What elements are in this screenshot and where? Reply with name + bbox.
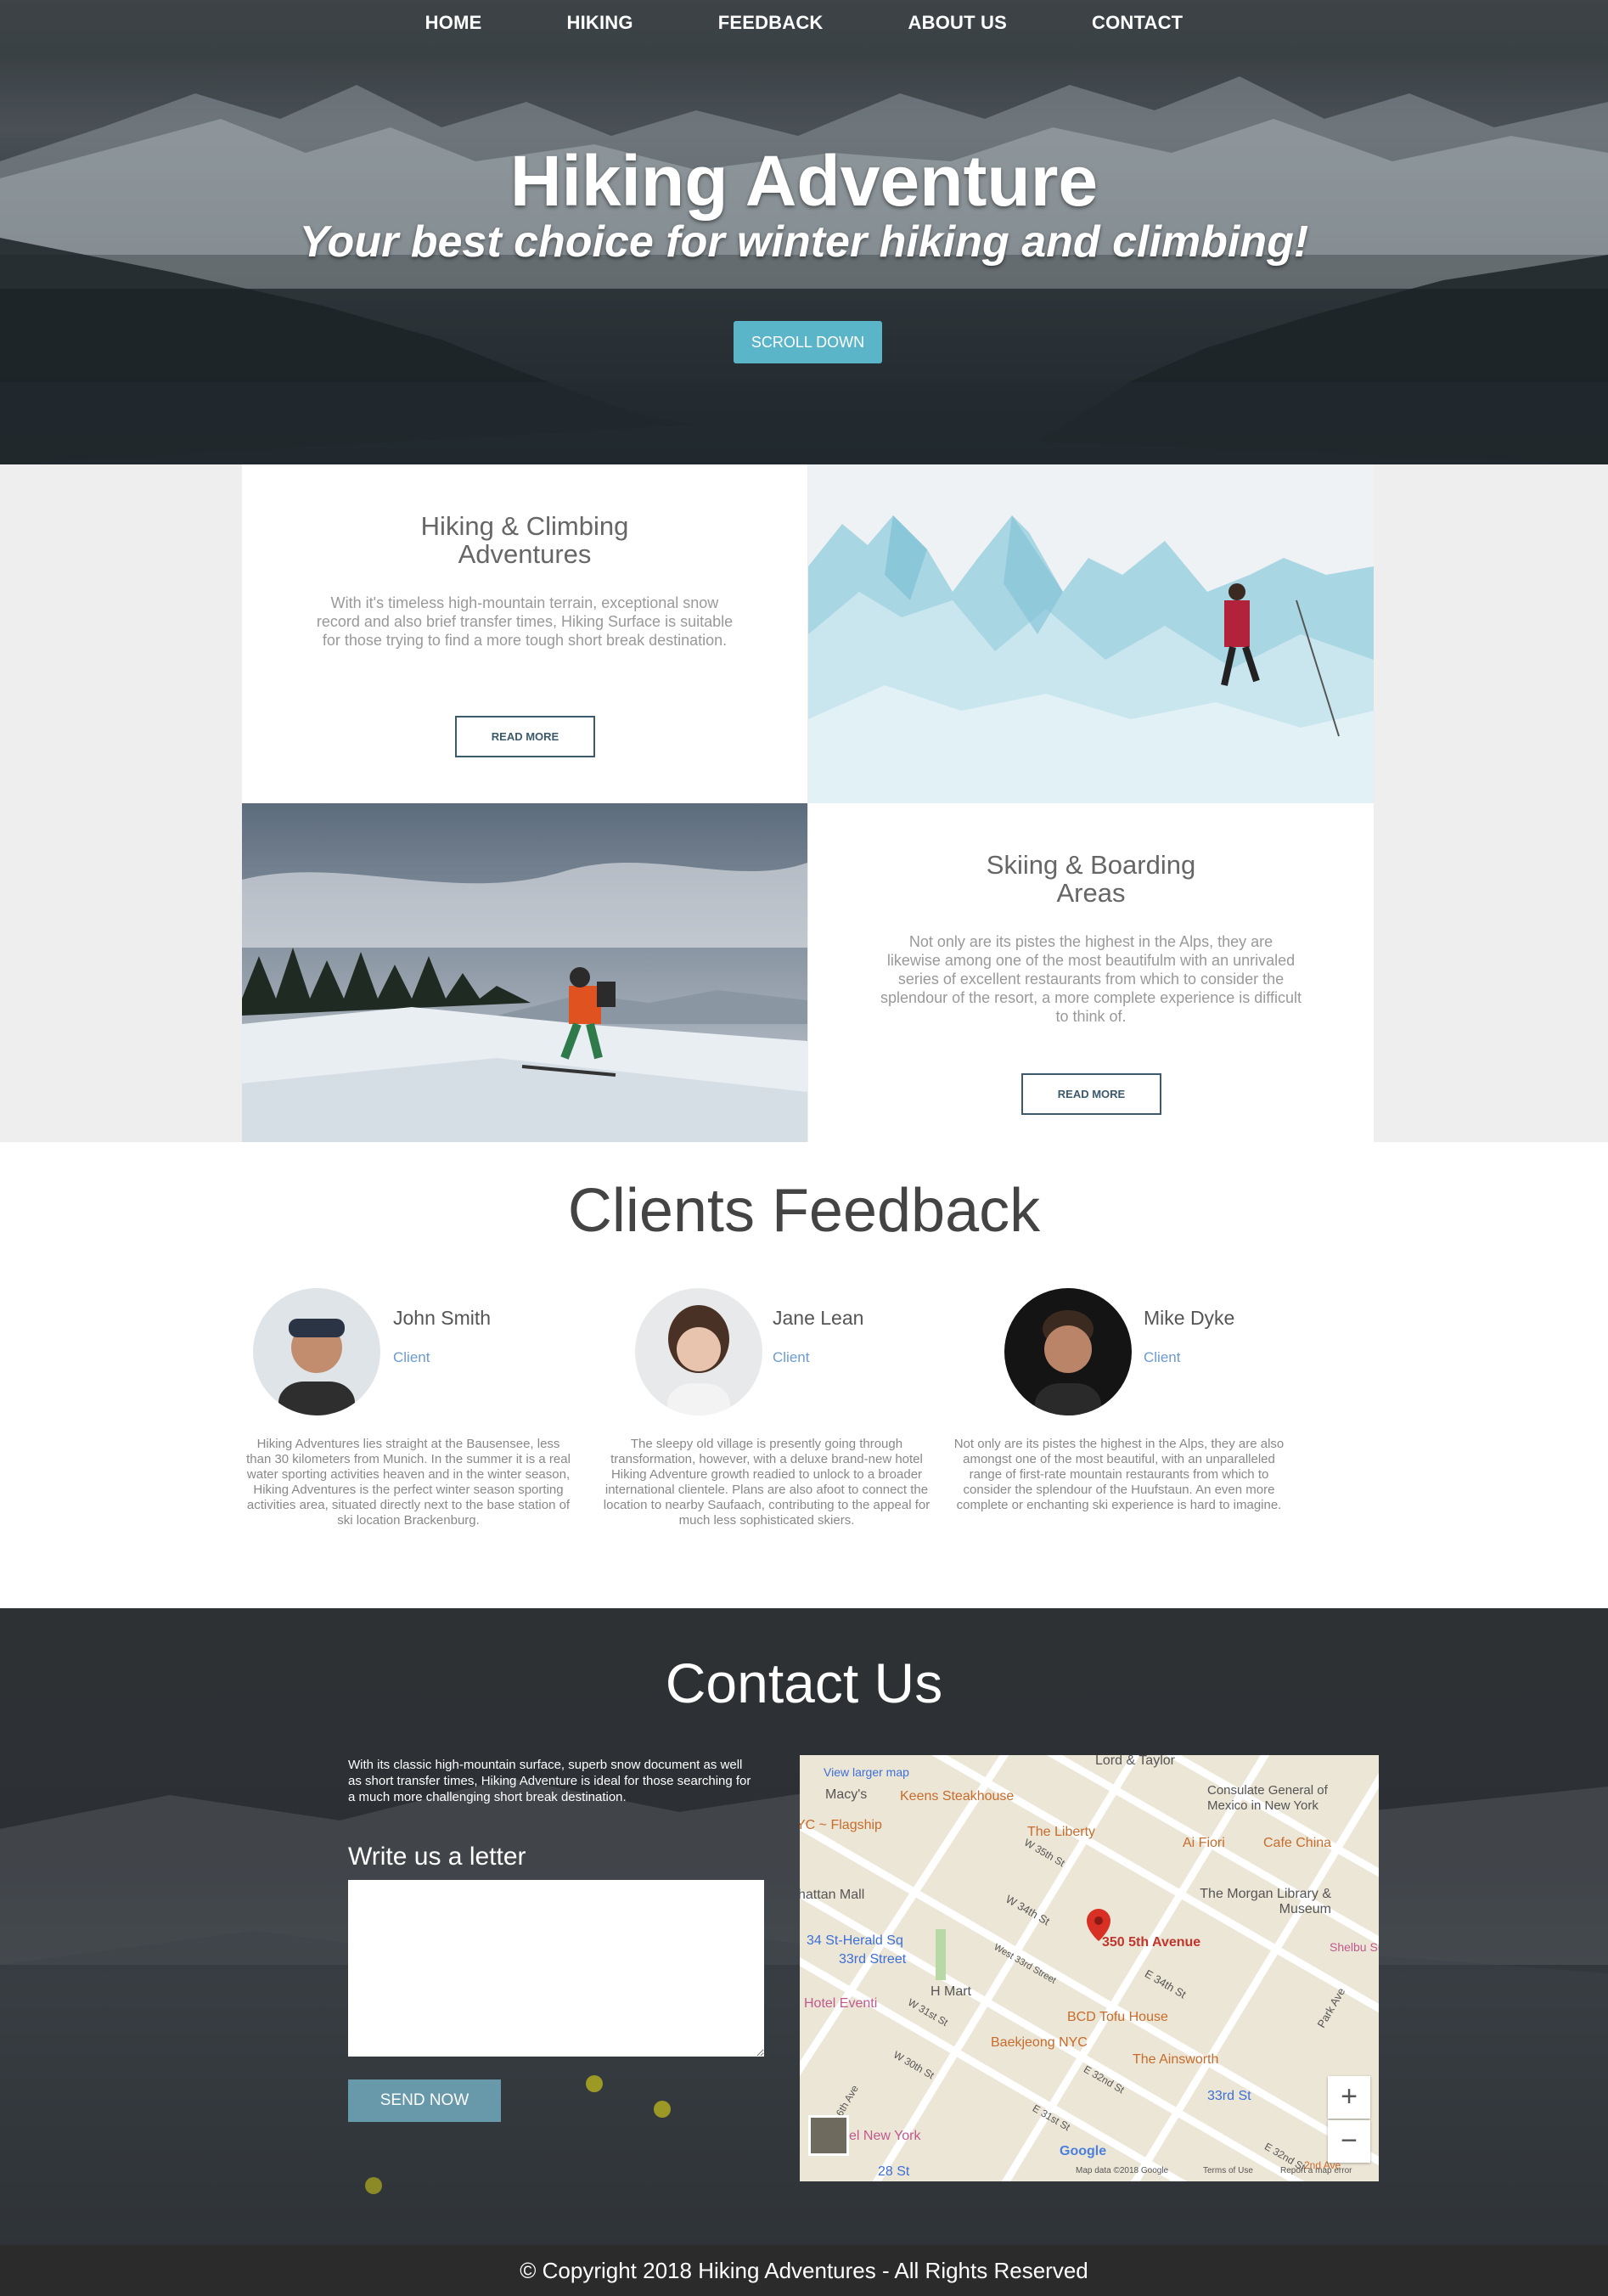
map-label: 33rd Street [839,1952,907,1967]
scroll-down-button[interactable]: SCROLL DOWN [734,321,882,363]
skiing-read-more-button[interactable]: READ MORE [1021,1073,1161,1115]
main-nav: HOME HIKING FEEDBACK ABOUT US CONTACT [0,0,1608,51]
nav-feedback[interactable]: FEEDBACK [676,0,866,51]
map-label: Baekjeong NYC [991,2035,1088,2050]
hiking-title: Hiking & Climbing Adventures [420,511,629,569]
hero-subtitle: Your best choice for winter hiking and c… [299,217,1309,267]
client-name: Mike Dyke [1144,1307,1235,1329]
map-label: Lord & Taylor [1095,1755,1175,1768]
hero-section: HOME HIKING FEEDBACK ABOUT US CONTACT Hi… [0,0,1608,464]
nav-home[interactable]: HOME [383,0,525,51]
client-card: John Smith Client Hiking Adventures lies… [243,1288,582,1560]
avatar [1004,1288,1132,1415]
map-label: Consulate General of Mexico in New York [1207,1783,1328,1813]
skier-image [242,803,807,1142]
map-label: 28 St [878,2164,910,2179]
avatar [253,1288,380,1415]
hiking-card: Hiking & Climbing Adventures With it's t… [242,464,807,803]
ice-climber-image [808,464,1374,803]
view-larger-map-link[interactable]: View larger map [824,1765,909,1779]
hiking-read-more-button[interactable]: READ MORE [455,716,595,757]
client-testimonial: Not only are its pistes the highest in t… [953,1437,1285,1512]
client-name: Jane Lean [773,1307,864,1329]
map-roads [800,1755,1379,2181]
features-grid: Hiking & Climbing Adventures With it's t… [242,464,1374,1142]
map-attribution: Map data ©2018 Google [1076,2166,1169,2175]
map-label: YC ~ Flagship [800,1818,882,1832]
client-role: Client [1144,1349,1181,1365]
map-label: Keens Steakhouse [900,1789,1015,1804]
map-label: Macy's [825,1787,868,1802]
client-role: Client [773,1349,810,1365]
report-error-link[interactable]: Report a map error [1280,2166,1352,2175]
contact-title: Contact Us [665,1652,943,1714]
hero-title: Hiking Adventure [509,141,1099,221]
hiking-text: With it's timeless high-mountain terrain… [316,594,734,649]
skiing-title: Skiing & Boarding Areas [986,850,1196,908]
client-card: Jane Lean Client The sleepy old village … [601,1288,941,1560]
map-label: 33rd St [1207,2089,1251,2103]
skiing-card: Skiing & Boarding Areas Not only are its… [808,803,1374,1142]
footer: © Copyright 2018 Hiking Adventures - All… [0,2245,1608,2296]
zoom-out-button[interactable]: − [1328,2120,1370,2163]
contact-section: Contact Us With its classic high-mountai… [0,1608,1608,2245]
feedback-section: Clients Feedback John Smith Client Hikin… [0,1142,1608,1609]
client-card: Mike Dyke Client Not only are its pistes… [953,1288,1293,1560]
feedback-title: Clients Feedback [567,1177,1041,1245]
nav-about-us[interactable]: ABOUT US [866,0,1050,51]
map-label: 34 St-Herald Sq [807,1933,903,1948]
letter-label: Write us a letter [348,1843,526,1871]
location-map[interactable]: View larger map Lord & Taylor Macy's Kee… [800,1755,1379,2181]
map-label: BCD Tofu House [1067,2010,1168,2024]
nav-hiking[interactable]: HIKING [524,0,675,51]
client-name: John Smith [393,1307,492,1329]
nav-contact[interactable]: CONTACT [1049,0,1225,51]
features-section: Hiking & Climbing Adventures With it's t… [0,464,1608,1142]
map-address-label: 350 5th Avenue [1102,1935,1201,1950]
satellite-toggle[interactable] [808,2115,849,2156]
map-label: H Mart [931,1984,971,1999]
client-role: Client [393,1349,430,1365]
send-now-button[interactable]: SEND NOW [348,2079,501,2122]
map-label: Hotel Eventi [804,1996,878,2011]
map-label: The Liberty [1027,1825,1096,1839]
client-testimonial: The sleepy old village is presently goin… [603,1437,931,1528]
terms-link[interactable]: Terms of Use [1203,2166,1253,2175]
letter-textarea[interactable] [348,1880,764,2057]
map-label: hattan Mall [800,1888,865,1902]
contact-description: With its classic high-mountain surface, … [348,1758,751,1804]
map-label: Shelbu Suites [1330,1940,1379,1954]
google-logo: Google [1060,2144,1107,2158]
zoom-in-button[interactable]: + [1328,2076,1370,2119]
map-label: The Morgan Library & Museum [1200,1887,1331,1916]
map-label: The Ainsworth [1133,2052,1219,2067]
map-label: el New York [849,2129,921,2143]
skiing-text: Not only are its pistes the highest in t… [880,933,1302,1025]
map-label: Ai Fiori [1183,1836,1225,1850]
map-label: Cafe China [1263,1836,1332,1850]
avatar [635,1288,762,1415]
client-testimonial: Hiking Adventures lies straight at the B… [246,1437,571,1528]
